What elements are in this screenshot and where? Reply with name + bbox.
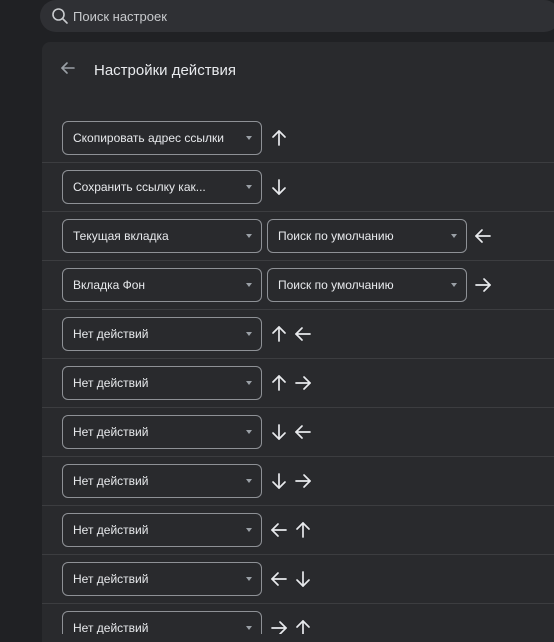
arrow-right-icon xyxy=(474,274,492,296)
action-select-value: Сохранить ссылку как... xyxy=(73,180,206,194)
arrow-left-icon xyxy=(60,60,76,81)
page-title: Настройки действия xyxy=(94,62,237,79)
gesture-row: Текущая вкладка Поиск по умолчанию xyxy=(42,211,554,260)
arrow-down-icon xyxy=(270,421,288,443)
arrow-up-icon xyxy=(294,617,312,634)
gesture-row: Скопировать адрес ссылки xyxy=(42,114,554,162)
arrow-up-icon xyxy=(270,323,288,345)
arrow-left-icon xyxy=(294,421,312,443)
arrow-left-icon xyxy=(294,323,312,345)
caret-down-icon xyxy=(246,528,252,532)
action-select[interactable]: Текущая вкладка xyxy=(62,219,262,253)
panel-header: Настройки действия xyxy=(42,42,554,100)
target-select-value: Поиск по умолчанию xyxy=(278,229,394,243)
arrow-right-icon xyxy=(294,372,312,394)
arrow-right-icon xyxy=(294,470,312,492)
search-input[interactable]: Поиск настроек xyxy=(73,9,167,24)
action-select-value: Нет действий xyxy=(73,327,149,341)
left-rail xyxy=(0,42,42,629)
caret-down-icon xyxy=(246,234,252,238)
caret-down-icon xyxy=(246,479,252,483)
arrow-down-icon xyxy=(270,176,288,198)
action-select[interactable]: Нет действий xyxy=(62,415,262,449)
gesture-pattern xyxy=(270,568,312,590)
arrow-left-icon xyxy=(270,519,288,541)
arrow-left-icon xyxy=(270,568,288,590)
gesture-pattern xyxy=(474,225,492,247)
arrow-down-icon xyxy=(294,568,312,590)
action-select-value: Нет действий xyxy=(73,621,149,634)
action-select[interactable]: Сохранить ссылку как... xyxy=(62,170,262,204)
gesture-pattern xyxy=(270,421,312,443)
gesture-pattern xyxy=(270,176,288,198)
arrow-up-icon xyxy=(270,127,288,149)
action-select[interactable]: Нет действий xyxy=(62,611,262,634)
caret-down-icon xyxy=(246,185,252,189)
settings-search[interactable]: Поиск настроек xyxy=(40,0,554,32)
arrow-up-icon xyxy=(270,372,288,394)
caret-down-icon xyxy=(451,283,457,287)
gesture-list: Скопировать адрес ссылки Сохранить ссылку… xyxy=(42,114,554,634)
gesture-row: Сохранить ссылку как... xyxy=(42,162,554,211)
action-select-value: Вкладка Фон xyxy=(73,278,146,292)
gesture-pattern xyxy=(270,617,312,634)
caret-down-icon xyxy=(246,332,252,336)
caret-down-icon xyxy=(246,430,252,434)
action-select[interactable]: Нет действий xyxy=(62,317,262,351)
action-select-value: Нет действий xyxy=(73,425,149,439)
gesture-row: Вкладка Фон Поиск по умолчанию xyxy=(42,260,554,309)
gesture-row: Нет действий xyxy=(42,456,554,505)
action-select-value: Нет действий xyxy=(73,376,149,390)
action-select-value: Текущая вкладка xyxy=(73,229,169,243)
gesture-row: Нет действий xyxy=(42,309,554,358)
gesture-row: Нет действий xyxy=(42,554,554,603)
action-select[interactable]: Нет действий xyxy=(62,562,262,596)
caret-down-icon xyxy=(246,136,252,140)
action-settings-panel: Настройки действия Скопировать адрес ссы… xyxy=(42,42,554,642)
action-select[interactable]: Скопировать адрес ссылки xyxy=(62,121,262,155)
action-select-value: Скопировать адрес ссылки xyxy=(73,131,224,145)
caret-down-icon xyxy=(246,626,252,630)
gesture-pattern xyxy=(270,372,312,394)
target-select-value: Поиск по умолчанию xyxy=(278,278,394,292)
action-select[interactable]: Нет действий xyxy=(62,464,262,498)
target-select[interactable]: Поиск по умолчанию xyxy=(267,219,467,253)
arrow-down-icon xyxy=(270,470,288,492)
gesture-pattern xyxy=(270,323,312,345)
target-select[interactable]: Поиск по умолчанию xyxy=(267,268,467,302)
gesture-pattern xyxy=(270,519,312,541)
gesture-row: Нет действий xyxy=(42,407,554,456)
search-icon xyxy=(51,7,69,25)
gesture-pattern xyxy=(474,274,492,296)
action-select-value: Нет действий xyxy=(73,523,149,537)
gesture-pattern xyxy=(270,127,288,149)
caret-down-icon xyxy=(246,381,252,385)
top-bar: Поиск настроек xyxy=(0,0,554,42)
caret-down-icon xyxy=(246,283,252,287)
action-select[interactable]: Нет действий xyxy=(62,513,262,547)
gesture-row: Нет действий xyxy=(42,505,554,554)
action-select[interactable]: Вкладка Фон xyxy=(62,268,262,302)
action-select-value: Нет действий xyxy=(73,474,149,488)
action-select[interactable]: Нет действий xyxy=(62,366,262,400)
action-select-value: Нет действий xyxy=(73,572,149,586)
arrow-left-icon xyxy=(474,225,492,247)
arrow-up-icon xyxy=(294,519,312,541)
caret-down-icon xyxy=(246,577,252,581)
back-button[interactable] xyxy=(56,58,80,82)
caret-down-icon xyxy=(451,234,457,238)
gesture-row: Нет действий xyxy=(42,358,554,407)
gesture-row: Нет действий xyxy=(42,603,554,634)
arrow-right-icon xyxy=(270,617,288,634)
gesture-pattern xyxy=(270,470,312,492)
